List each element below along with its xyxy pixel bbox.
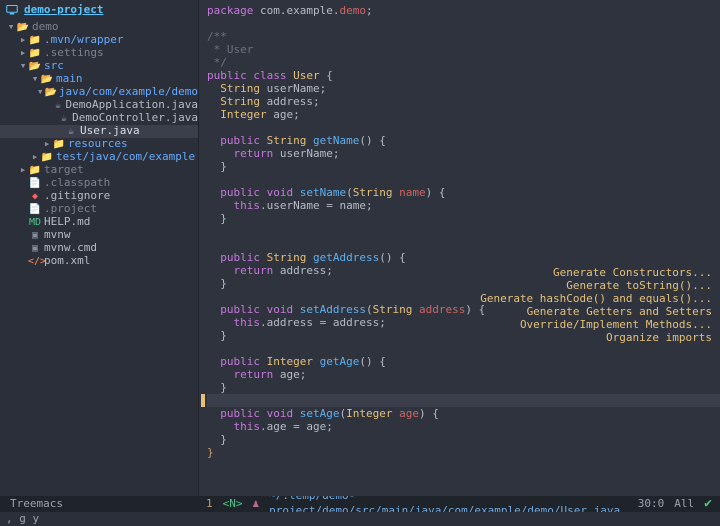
caret-icon[interactable]: ▾ <box>6 20 16 35</box>
code-line[interactable] <box>207 238 720 251</box>
gutter <box>199 0 205 496</box>
code-action-hints[interactable]: Generate Constructors...Generate toStrin… <box>480 266 712 344</box>
code-line[interactable] <box>207 225 720 238</box>
folder-c-icon: 📁 <box>28 47 42 61</box>
code-line[interactable]: } <box>207 381 720 394</box>
file-icon: 📄 <box>28 203 42 217</box>
tree-item[interactable]: 📄.classpath <box>0 177 198 190</box>
code-line[interactable]: } <box>207 433 720 446</box>
code-line[interactable] <box>207 121 720 134</box>
code-action-item[interactable]: Generate toString()... <box>480 279 712 292</box>
code-line[interactable]: public void setName(String name) { <box>207 186 720 199</box>
code-line[interactable]: } <box>207 446 720 459</box>
caret-icon[interactable]: ▸ <box>42 137 52 152</box>
git-icon: ◆ <box>28 190 42 204</box>
code-line[interactable]: this.age = age; <box>207 420 720 433</box>
code-line[interactable]: } <box>207 160 720 173</box>
tree-item[interactable]: ▸📁resources <box>0 138 198 151</box>
caret-icon[interactable]: ▸ <box>18 163 28 178</box>
check-icon: ✔ <box>704 495 712 513</box>
file-tree: ▾📂demo▸📁.mvn/wrapper▸📁.settings▾📂src▾📂ma… <box>0 20 198 496</box>
tree-item[interactable]: 📄.project <box>0 203 198 216</box>
code-action-item[interactable]: Generate hashCode() and equals()... <box>480 292 712 305</box>
cmd-icon: ▣ <box>28 229 42 243</box>
tree-item[interactable]: ☕DemoApplication.java <box>0 99 198 112</box>
status-scroll: All <box>674 497 694 512</box>
tree-item[interactable]: ◆.gitignore <box>0 190 198 203</box>
code-line[interactable]: public class User { <box>207 69 720 82</box>
tree-item[interactable]: ☕User.java <box>0 125 198 138</box>
code-line[interactable]: public Integer getAge() { <box>207 355 720 368</box>
code-line[interactable]: this.userName = name; <box>207 199 720 212</box>
code-line[interactable]: * User <box>207 43 720 56</box>
status-line: 1 <box>206 497 213 512</box>
file-icon: 📄 <box>28 177 42 191</box>
cmd-icon: ▣ <box>28 242 42 256</box>
code-line[interactable]: public String getAddress() { <box>207 251 720 264</box>
minibuffer[interactable]: , g y <box>0 512 720 526</box>
tree-item[interactable]: ▸📁.mvn/wrapper <box>0 34 198 47</box>
code-line[interactable]: /** <box>207 30 720 43</box>
code-line[interactable]: String address; <box>207 95 720 108</box>
tree-item[interactable]: </>pom.xml <box>0 255 198 268</box>
folder-c-icon: 📁 <box>28 164 42 178</box>
project-name: demo-project <box>24 3 103 18</box>
code-action-item[interactable]: Organize imports <box>480 331 712 344</box>
code-line[interactable]: Integer age; <box>207 108 720 121</box>
tree-item[interactable]: ▣mvnw <box>0 229 198 242</box>
code-action-item[interactable]: Override/Implement Methods... <box>480 318 712 331</box>
status-bar: Treemacs 1 <N> ♟ ~/.temp/demo-project/de… <box>0 496 720 512</box>
tree-item[interactable]: ▸📁.settings <box>0 47 198 60</box>
status-left: Treemacs <box>0 497 198 512</box>
md-icon: MD <box>28 216 42 230</box>
code-line[interactable]: return age; <box>207 368 720 381</box>
caret-icon[interactable]: ▸ <box>30 150 40 165</box>
tree-item[interactable]: ▣mvnw.cmd <box>0 242 198 255</box>
project-header[interactable]: demo-project <box>0 0 198 20</box>
xml-icon: </> <box>28 255 42 269</box>
code-line[interactable]: } <box>207 212 720 225</box>
code-line[interactable]: return userName; <box>207 147 720 160</box>
java-icon: ☕ <box>58 112 71 126</box>
caret-icon[interactable]: ▾ <box>36 85 45 100</box>
monitor-icon <box>6 4 18 16</box>
code-line[interactable]: */ <box>207 56 720 69</box>
editor-pane[interactable]: package com.example.demo; /** * User */p… <box>198 0 720 496</box>
tree-item[interactable]: ▸📁target <box>0 164 198 177</box>
tree-item[interactable]: ▸📁test/java/com/example <box>0 151 198 164</box>
caret-icon[interactable]: ▾ <box>18 59 28 74</box>
tree-item[interactable]: ▾📂java/com/example/demo <box>0 86 198 99</box>
tree-item[interactable]: ▾📂demo <box>0 21 198 34</box>
person-icon: ♟ <box>253 497 260 512</box>
tree-item[interactable]: ▾📂main <box>0 73 198 86</box>
tree-item-label: pom.xml <box>42 254 90 269</box>
tree-item[interactable]: MDHELP.md <box>0 216 198 229</box>
file-tree-sidebar: demo-project ▾📂demo▸📁.mvn/wrapper▸📁.sett… <box>0 0 198 496</box>
code-line[interactable]: public String getName() { <box>207 134 720 147</box>
tree-item[interactable]: ▾📂src <box>0 60 198 73</box>
code-line[interactable] <box>207 173 720 186</box>
code-action-item[interactable]: Generate Constructors... <box>480 266 712 279</box>
folder-c-icon: 📁 <box>28 34 42 48</box>
code-line[interactable]: String userName; <box>207 82 720 95</box>
code-area[interactable]: package com.example.demo; /** * User */p… <box>199 0 720 459</box>
code-line[interactable] <box>207 394 720 407</box>
code-line[interactable] <box>207 17 720 30</box>
code-line[interactable]: package com.example.demo; <box>207 4 720 17</box>
status-mode: <N> <box>223 497 243 512</box>
folder-o-icon: 📂 <box>44 86 56 100</box>
status-position: 30:0 <box>638 497 665 512</box>
java-icon: ☕ <box>52 99 63 113</box>
code-action-item[interactable]: Generate Getters and Setters <box>480 305 712 318</box>
tree-item[interactable]: ☕DemoController.java <box>0 112 198 125</box>
code-line[interactable]: public void setAge(Integer age) { <box>207 407 720 420</box>
